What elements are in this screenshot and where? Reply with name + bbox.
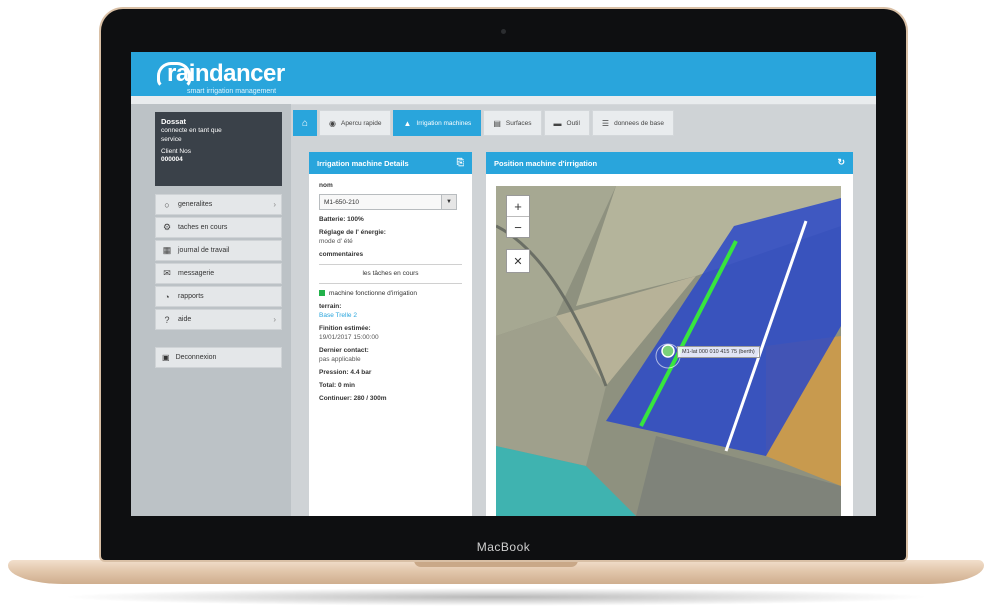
laptop-shadow (60, 588, 932, 606)
user-role-line1: connecte en tant que (161, 127, 222, 135)
home-icon: ⌂ (301, 117, 309, 129)
refresh-icon[interactable]: ↻ (837, 157, 845, 168)
sidebar-item-label: messagerie (178, 270, 215, 277)
machine-select-value: M1-650-210 (324, 198, 360, 206)
edit-icon[interactable]: ⎘ (457, 157, 464, 168)
logout-button[interactable]: ▣ Deconnexion (155, 347, 282, 368)
sidebar-item-label: journal de travail (178, 247, 230, 254)
sidebar-item-generalites[interactable]: ○ generalites › (155, 194, 282, 215)
logo-text: raindancer (167, 60, 285, 87)
tool-icon: ▬ (553, 118, 562, 128)
user-name: Dossat (161, 117, 187, 126)
logout-label: Deconnexion (175, 354, 217, 361)
details-panel-header: Irrigation machine Details ⎘ (309, 152, 472, 174)
tab-outil[interactable]: ▬ Outil (543, 110, 590, 136)
tab-irrigation-machines[interactable]: ▲ Irrigation machines (393, 110, 482, 136)
tab-bar: ⌂ ◉ Apercu rapide ▲ Irrigation machines … (293, 110, 676, 136)
sidebar-item-taches[interactable]: ⚙ taches en cours (155, 217, 282, 238)
chevron-right-icon: › (273, 315, 276, 324)
laptop-notch (414, 560, 578, 567)
task-item: machine fonctionne d'irrigation (319, 290, 462, 297)
machine-marker-icon[interactable] (661, 344, 675, 358)
chart-icon: ◔ (164, 291, 170, 302)
sidebar-item-label: aide (178, 316, 192, 323)
details-panel-title: Irrigation machine Details (317, 158, 409, 168)
tab-label: Apercu rapide (340, 119, 382, 127)
sidebar-item-label: taches en cours (178, 224, 228, 231)
user-role-line2: service (161, 135, 182, 143)
machine-select[interactable]: M1-650-210 ▼ (319, 194, 457, 210)
contact-value: pas applicable (319, 356, 361, 363)
task-item-label: machine fonctionne d'irrigation (329, 290, 417, 297)
app-header: raindancer smart irrigation management (131, 52, 876, 96)
terrain-link[interactable]: Base Trelle 2 (319, 312, 462, 319)
divider (319, 264, 462, 265)
tab-surfaces[interactable]: ▤ Surfaces (483, 110, 542, 136)
envelope-icon: ✉ (163, 268, 171, 278)
client-number: 000004 (161, 156, 183, 164)
machine-tooltip: M1-lat 000 010 415 75 (berth) (677, 346, 760, 358)
machine-position-panel: Position machine d'irrigation ↻ + − ✕ M1… (486, 152, 853, 516)
laptop-brand: MacBook (476, 540, 531, 554)
tab-apercu[interactable]: ◉ Apercu rapide (319, 110, 392, 136)
sidebar-menu: ○ generalites › ⚙ taches en cours ▦ jour… (155, 194, 282, 332)
divider (319, 283, 462, 284)
fullscreen-icon[interactable]: ✕ (506, 249, 530, 273)
sidebar: Dossat connecte en tant que service Clie… (131, 104, 291, 516)
map-panel-header: Position machine d'irrigation ↻ (486, 152, 853, 174)
sidebar-item-label: rapports (178, 293, 204, 300)
continuer-text: Continuer: 280 / 300m (319, 395, 387, 402)
zoom-out-button[interactable]: − (507, 216, 529, 237)
chevron-right-icon: › (273, 200, 276, 209)
zoom-in-button[interactable]: + (507, 196, 529, 216)
status-green-icon (319, 290, 325, 297)
sidebar-item-messagerie[interactable]: ✉ messagerie (155, 263, 282, 284)
gear-icon: ⚙ (162, 222, 172, 232)
batterie-text: Batterie: 100% (319, 216, 364, 223)
tab-label: Outil (566, 119, 580, 127)
tab-donnees[interactable]: ☰ donnees de base (591, 110, 674, 136)
grid-icon: ▤ (493, 118, 501, 128)
finition-value: 19/01/2017 15:00:00 (319, 334, 379, 341)
circle-icon: ○ (164, 199, 170, 210)
calendar-icon: ▦ (162, 245, 172, 255)
commentaires-label: commentaires (319, 251, 364, 258)
zoom-controls: + − (506, 195, 530, 238)
map-panel-title: Position machine d'irrigation (494, 158, 598, 168)
total-text: Total: 0 min (319, 382, 355, 389)
nom-label: nom (319, 182, 333, 189)
tab-home[interactable]: ⌂ (293, 110, 317, 136)
satellite-map[interactable]: + − ✕ M1-lat 000 010 415 75 (berth) (496, 186, 841, 516)
chevron-down-icon: ▼ (441, 195, 456, 209)
logo-tagline: smart irrigation management (187, 88, 277, 95)
sidebar-item-aide[interactable]: ? aide › (155, 309, 282, 330)
contact-label: Dernier contact: (319, 347, 369, 354)
reglage-value: mode d' été (319, 238, 353, 245)
logout-icon: ▣ (162, 353, 170, 362)
tab-label: Irrigation machines (416, 119, 472, 127)
screen: raindancer smart irrigation management D… (131, 52, 876, 516)
sidebar-item-label: generalites (178, 201, 213, 208)
question-icon: ? (164, 314, 170, 325)
finition-label: Finition estimée: (319, 325, 371, 332)
terrain-label: terrain: (319, 303, 342, 310)
camera-icon (501, 29, 506, 34)
sidebar-item-journal[interactable]: ▦ journal de travail (155, 240, 282, 261)
machine-details-panel: Irrigation machine Details ⎘ nom M1-650-… (309, 152, 472, 516)
map-svg (496, 186, 841, 516)
tab-label: Surfaces (505, 119, 532, 127)
details-body: nom M1-650-210 ▼ Batterie: 100% Réglage … (309, 174, 472, 410)
user-box: Dossat connecte en tant que service Clie… (155, 112, 282, 186)
pression-text: Pression: 4.4 bar (319, 369, 372, 376)
reglage-label: Réglage de l' énergie: (319, 229, 386, 236)
taches-label: les tâches en cours (362, 270, 419, 277)
eye-icon: ◉ (329, 118, 336, 128)
database-icon: ☰ (601, 118, 610, 128)
client-label: Client Nos (161, 147, 191, 155)
sidebar-item-rapports[interactable]: ◔ rapports (155, 286, 282, 307)
tab-label: donnees de base (614, 119, 664, 127)
tractor-icon: ▲ (403, 118, 412, 128)
